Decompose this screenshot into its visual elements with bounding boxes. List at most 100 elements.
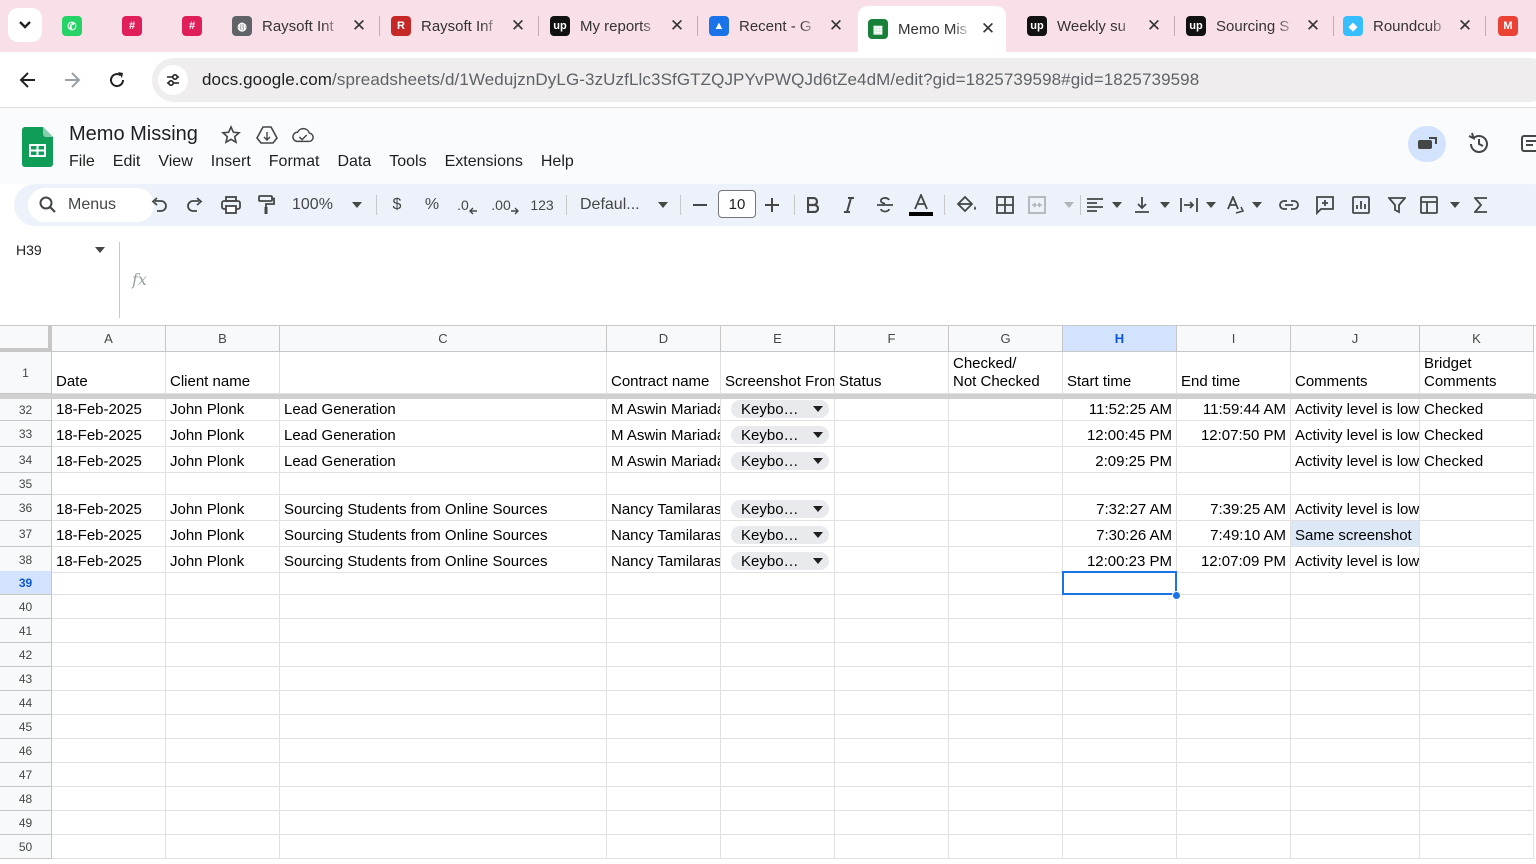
table-cell[interactable] xyxy=(607,595,721,619)
table-cell[interactable]: John Plonk xyxy=(166,495,280,521)
table-cell[interactable] xyxy=(52,473,166,495)
table-cell[interactable]: Sourcing Students from Online Sources xyxy=(280,547,607,573)
table-cell[interactable] xyxy=(1063,595,1177,619)
browser-tab[interactable]: ◆ Roundcub ✕ xyxy=(1333,6,1483,46)
table-cell[interactable] xyxy=(835,495,949,521)
table-cell[interactable] xyxy=(52,811,166,835)
table-cell[interactable] xyxy=(166,595,280,619)
table-cell[interactable]: 18-Feb-2025 xyxy=(52,421,166,447)
table-cell[interactable] xyxy=(949,835,1063,859)
close-icon[interactable]: ✕ xyxy=(1457,17,1473,34)
table-cell[interactable] xyxy=(1177,473,1291,495)
table-cell[interactable]: Checked xyxy=(1420,421,1534,447)
table-cell[interactable]: John Plonk xyxy=(166,547,280,573)
comments-button[interactable] xyxy=(1512,126,1536,162)
table-cell[interactable] xyxy=(1177,619,1291,643)
table-cell[interactable] xyxy=(607,619,721,643)
table-cell[interactable]: Keyboard xyxy=(721,447,835,473)
table-cell[interactable] xyxy=(949,715,1063,739)
table-cell[interactable]: 12:00:45 PM xyxy=(1063,421,1177,447)
close-icon[interactable]: ✕ xyxy=(351,17,367,34)
table-cell[interactable] xyxy=(52,595,166,619)
table-cell[interactable] xyxy=(280,473,607,495)
menu-view[interactable]: View xyxy=(149,150,201,174)
menu-search-box[interactable]: Menus xyxy=(28,188,154,222)
table-cell[interactable] xyxy=(721,619,835,643)
cloud-saved-icon[interactable] xyxy=(292,124,314,146)
table-cell[interactable] xyxy=(1063,787,1177,811)
table-cell[interactable]: 18-Feb-2025 xyxy=(52,495,166,521)
table-cell[interactable] xyxy=(835,547,949,573)
table-cell[interactable] xyxy=(52,787,166,811)
table-cell[interactable] xyxy=(1420,495,1534,521)
table-cell[interactable] xyxy=(1063,811,1177,835)
increase-decimal-button[interactable]: .00 xyxy=(490,190,520,220)
row-header[interactable]: 45 xyxy=(0,715,52,739)
table-cell[interactable] xyxy=(721,739,835,763)
table-cell[interactable] xyxy=(949,619,1063,643)
table-cell[interactable] xyxy=(1177,691,1291,715)
table-cell[interactable] xyxy=(835,787,949,811)
table-cell[interactable] xyxy=(835,835,949,859)
table-cell[interactable] xyxy=(1063,739,1177,763)
table-cell[interactable] xyxy=(1291,739,1420,763)
number-format-button[interactable]: 123 xyxy=(528,190,556,220)
table-cell[interactable] xyxy=(607,691,721,715)
table-cell[interactable] xyxy=(1063,763,1177,787)
table-cell[interactable] xyxy=(721,643,835,667)
table-cell[interactable] xyxy=(1177,787,1291,811)
browser-tab[interactable]: ✆ xyxy=(52,6,96,46)
row-header[interactable]: 33 xyxy=(0,421,52,447)
table-cell[interactable] xyxy=(280,787,607,811)
table-cell[interactable] xyxy=(835,473,949,495)
browser-tab[interactable]: # xyxy=(172,6,216,46)
borders-button[interactable] xyxy=(992,190,1018,220)
table-cell[interactable] xyxy=(52,763,166,787)
menu-edit[interactable]: Edit xyxy=(104,150,150,174)
browser-tab[interactable]: R Raysoft Inf ✕ xyxy=(381,6,536,46)
back-button[interactable] xyxy=(12,64,44,96)
table-cell[interactable] xyxy=(949,495,1063,521)
table-cell[interactable]: M Aswin Mariadas xyxy=(607,421,721,447)
sheets-logo-icon[interactable] xyxy=(22,127,53,167)
column-header-h[interactable]: H xyxy=(1063,326,1177,352)
table-cell[interactable]: Lead Generation xyxy=(280,421,607,447)
table-cell[interactable] xyxy=(1177,667,1291,691)
close-icon[interactable]: ✕ xyxy=(510,17,526,34)
table-cell[interactable] xyxy=(166,667,280,691)
table-cell[interactable] xyxy=(1420,547,1534,573)
text-wrapping-button[interactable] xyxy=(1180,190,1216,220)
column-header-k[interactable]: K xyxy=(1420,326,1534,352)
row-header[interactable]: 44 xyxy=(0,691,52,715)
table-cell[interactable] xyxy=(949,811,1063,835)
menu-insert[interactable]: Insert xyxy=(202,150,260,174)
header-cell[interactable]: Date xyxy=(52,352,166,394)
table-cell[interactable]: John Plonk xyxy=(166,421,280,447)
table-cell[interactable] xyxy=(607,643,721,667)
table-cell[interactable] xyxy=(949,421,1063,447)
menu-tools[interactable]: Tools xyxy=(380,150,435,174)
header-cell[interactable]: Comments xyxy=(1291,352,1420,394)
table-cell[interactable] xyxy=(949,447,1063,473)
table-cell[interactable] xyxy=(280,811,607,835)
table-cell[interactable]: M Aswin Mariadas xyxy=(607,399,721,421)
table-cell[interactable] xyxy=(721,473,835,495)
table-cell[interactable] xyxy=(1177,715,1291,739)
table-cell[interactable]: 18-Feb-2025 xyxy=(52,447,166,473)
table-cell[interactable] xyxy=(280,571,607,595)
dropdown-chip[interactable]: Keyboard xyxy=(731,500,829,518)
header-cell[interactable]: Bridget Comments xyxy=(1420,352,1534,394)
table-cell[interactable] xyxy=(835,739,949,763)
browser-tab[interactable]: up My reports ✕ xyxy=(540,6,695,46)
table-cell[interactable]: 7:32:27 AM xyxy=(1063,495,1177,521)
table-cell[interactable] xyxy=(1177,739,1291,763)
table-cell[interactable] xyxy=(280,739,607,763)
table-cell[interactable] xyxy=(607,739,721,763)
table-cell[interactable] xyxy=(166,571,280,595)
table-cell[interactable]: 12:07:09 PM xyxy=(1177,547,1291,573)
table-cell[interactable] xyxy=(280,667,607,691)
table-cell[interactable] xyxy=(1420,667,1534,691)
table-cell[interactable] xyxy=(1291,715,1420,739)
table-cell[interactable] xyxy=(835,811,949,835)
create-filter-button[interactable] xyxy=(1384,190,1410,220)
